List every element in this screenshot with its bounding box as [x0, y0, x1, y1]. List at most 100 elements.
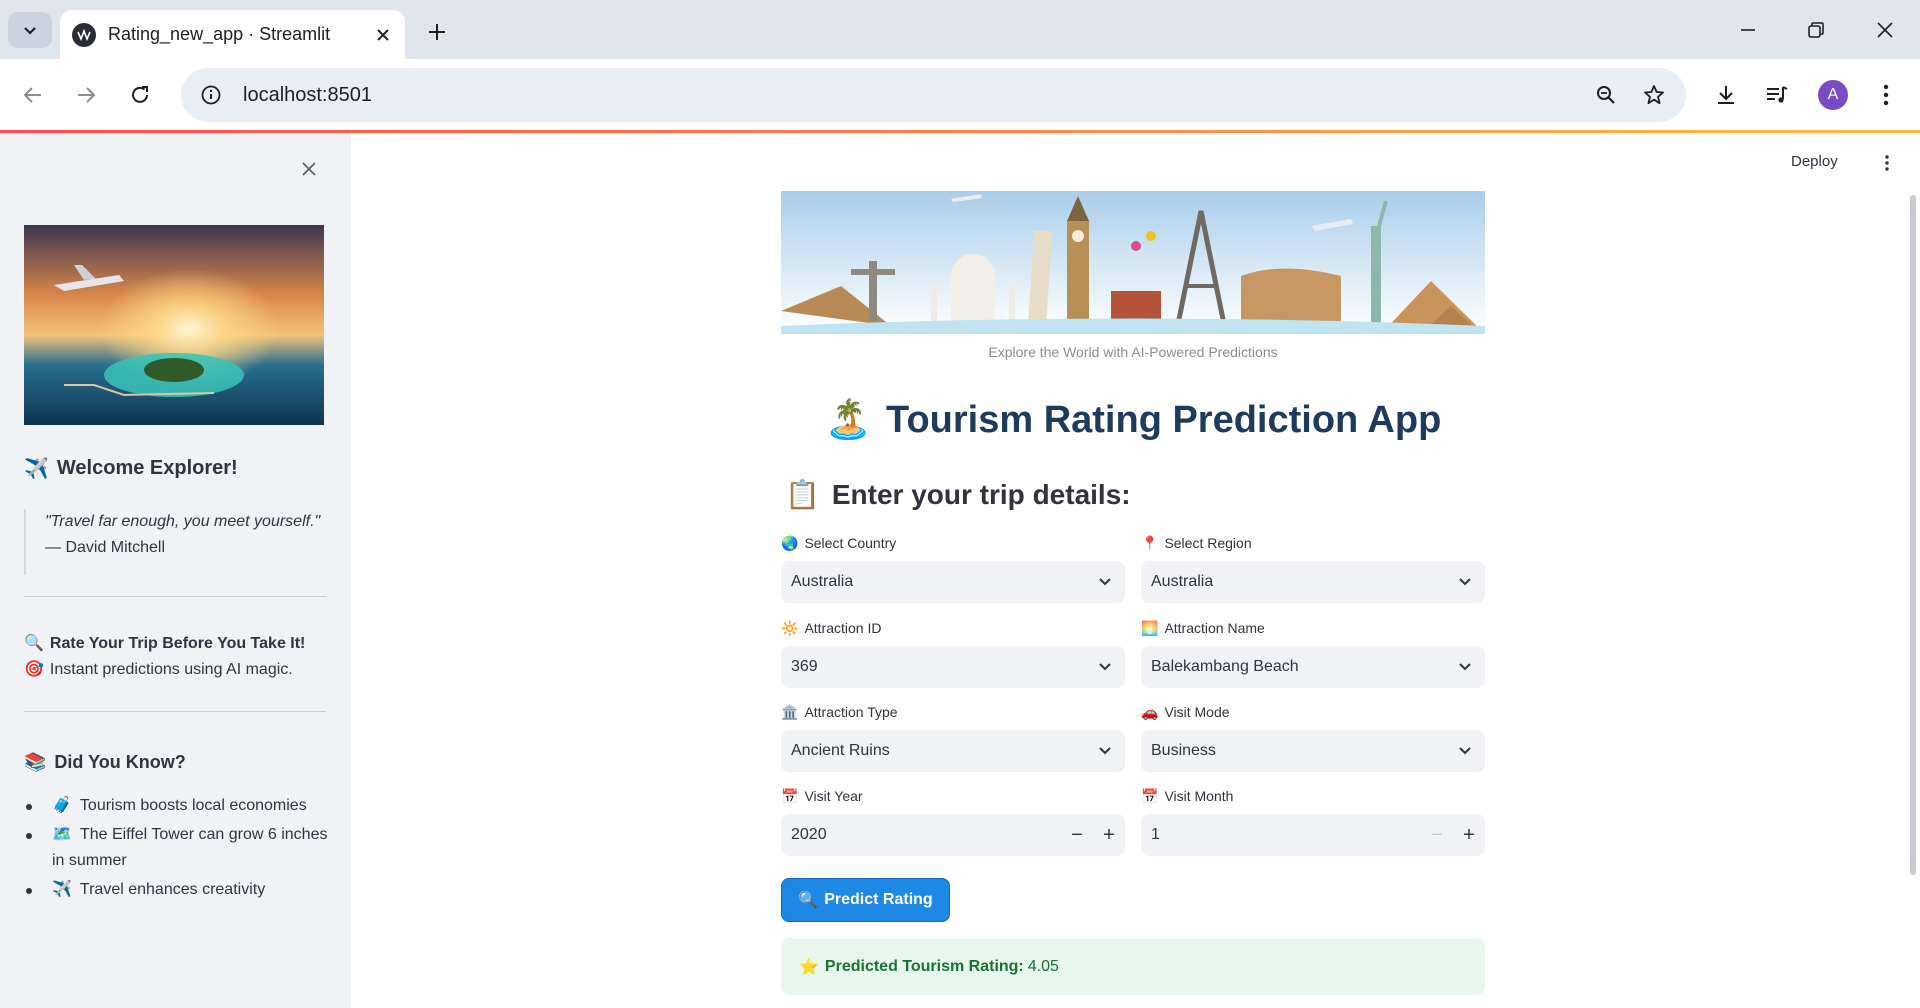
prediction-result: ⭐ Predicted Tourism Rating: 4.05 — [781, 938, 1485, 995]
chevron-down-icon[interactable] — [1085, 577, 1125, 587]
attraction-id-label: 🔆 Attraction ID — [781, 618, 1125, 638]
scrollbar[interactable] — [1910, 195, 1916, 875]
visit-year-label-text: Visit Year — [804, 788, 863, 804]
browser-menu-icon[interactable] — [1864, 73, 1908, 117]
page-title-text: Tourism Rating Prediction App — [886, 399, 1442, 441]
back-icon[interactable] — [13, 75, 53, 115]
landmarks-banner-image — [781, 191, 1485, 334]
museum-icon: 🏛️ — [781, 703, 799, 720]
visit-year-field[interactable]: 2020 − + — [781, 814, 1125, 856]
close-tab-icon[interactable] — [369, 21, 397, 49]
chevron-down-icon[interactable] — [1445, 577, 1485, 587]
chevron-down-icon[interactable] — [1085, 746, 1125, 756]
chevron-down-icon[interactable] — [1085, 662, 1125, 672]
url-text[interactable]: localhost:8501 — [243, 84, 1582, 107]
bullet-icon — [26, 804, 32, 810]
bookmark-star-icon[interactable] — [1630, 71, 1678, 119]
region-dropdown[interactable]: Australia — [1141, 561, 1485, 603]
country-value: Australia — [791, 573, 854, 590]
visit-year-value[interactable]: 2020 — [791, 826, 1061, 844]
bullet-icon — [26, 833, 32, 839]
download-icon[interactable] — [1704, 73, 1748, 117]
main-menu-icon[interactable] — [1875, 151, 1899, 175]
country-label-text: Select Country — [804, 535, 897, 551]
predict-rating-button[interactable]: 🔍 Predict Rating — [781, 878, 950, 922]
decrement-button[interactable]: − — [1061, 814, 1093, 856]
visit-year-input: 📅 Visit Year 2020 − + — [781, 786, 1125, 856]
visit-month-value[interactable]: 1 — [1151, 826, 1421, 844]
quote-text: "Travel far enough, you meet yourself." — [45, 513, 321, 530]
deploy-button[interactable]: Deploy — [1791, 153, 1838, 170]
region-label: 📍 Select Region — [1141, 533, 1485, 553]
restore-icon[interactable] — [1792, 8, 1840, 52]
decrement-button[interactable]: − — [1421, 814, 1453, 856]
zoom-icon[interactable] — [1582, 71, 1630, 119]
attraction-name-select: 🌅 Attraction Name Balekambang Beach — [1141, 618, 1485, 688]
media-control-icon[interactable] — [1755, 73, 1799, 117]
airplane-icon: ✈️ — [24, 458, 49, 480]
reload-icon[interactable] — [120, 75, 160, 115]
browser-toolbar: localhost:8501 A — [0, 59, 1920, 131]
globe-icon: 🌏 — [781, 534, 799, 551]
predict-rating-label: Predict Rating — [824, 891, 933, 908]
visit-year-label: 📅 Visit Year — [781, 786, 1125, 806]
close-sidebar-icon[interactable] — [295, 155, 323, 183]
increment-button[interactable]: + — [1093, 814, 1125, 856]
quote-author: — David Mitchell — [45, 539, 166, 556]
luggage-icon: 🧳 — [52, 797, 72, 814]
site-info-icon[interactable] — [187, 71, 235, 119]
profile-initial: A — [1818, 80, 1848, 110]
tab-search-button[interactable] — [8, 12, 52, 48]
attraction-name-label-text: Attraction Name — [1164, 620, 1265, 636]
attraction-id-dropdown[interactable]: 369 — [781, 646, 1125, 688]
rate-trip-text: Rate Your Trip Before You Take It! — [49, 635, 306, 652]
result-value: 4.05 — [1027, 957, 1059, 975]
banner-caption: Explore the World with AI-Powered Predic… — [988, 344, 1278, 360]
attraction-name-value: Balekambang Beach — [1151, 658, 1299, 675]
list-item: 🗺️ The Eiffel Tower can grow 6 inches in … — [24, 822, 334, 874]
country-dropdown[interactable]: Australia — [781, 561, 1125, 603]
result-label: Predicted Tourism Rating: — [824, 957, 1024, 975]
attraction-type-dropdown[interactable]: Ancient Ruins — [781, 730, 1125, 772]
country-label: 🌏 Select Country — [781, 533, 1125, 553]
fact-text: Tourism boosts local economies — [79, 797, 307, 814]
address-bar[interactable]: localhost:8501 — [181, 68, 1686, 122]
increment-button[interactable]: + — [1453, 814, 1485, 856]
facts-list: 🧳 Tourism boosts local economies 🗺️ The Ei… — [24, 793, 334, 906]
minimize-icon[interactable] — [1724, 8, 1772, 52]
forward-icon[interactable] — [66, 75, 106, 115]
visit-mode-label: 🚗 Visit Mode — [1141, 702, 1485, 722]
profile-avatar[interactable]: A — [1811, 73, 1855, 117]
close-window-icon[interactable] — [1861, 8, 1909, 52]
sidebar-travel-image — [24, 225, 324, 425]
visit-month-field[interactable]: 1 − + — [1141, 814, 1485, 856]
attraction-name-dropdown[interactable]: Balekambang Beach — [1141, 646, 1485, 688]
star-icon: ⭐ — [799, 958, 819, 976]
section-heading-text: Enter your trip details: — [831, 478, 1131, 510]
attraction-type-select: 🏛️ Attraction Type Ancient Ruins — [781, 702, 1125, 772]
chevron-down-icon[interactable] — [1445, 746, 1485, 756]
sunrise-icon: 🌅 — [1141, 619, 1159, 636]
attraction-id-value: 369 — [791, 658, 818, 675]
fact-text: Travel enhances creativity — [79, 881, 266, 898]
visit-mode-value: Business — [1151, 742, 1216, 759]
region-value: Australia — [1151, 573, 1214, 590]
visit-mode-label-text: Visit Mode — [1164, 704, 1230, 720]
page-title: 🏝️ Tourism Rating Prediction App — [781, 398, 1485, 442]
island-icon: 🏝️ — [824, 399, 873, 441]
quote-block: "Travel far enough, you meet yourself." … — [24, 509, 324, 575]
new-tab-icon[interactable] — [421, 16, 453, 48]
chevron-down-icon[interactable] — [1445, 662, 1485, 672]
calendar-icon: 📅 — [1141, 787, 1159, 804]
magnifier-icon: 🔍 — [798, 892, 819, 909]
airplane-icon: ✈️ — [52, 881, 72, 898]
divider — [24, 711, 326, 712]
browser-tab-active[interactable]: Rating_new_app · Streamlit — [60, 10, 405, 59]
did-you-know-text: Did You Know? — [54, 752, 186, 772]
instant-predictions-line: 🎯 Instant predictions using AI magic. — [24, 657, 293, 683]
tab-title: Rating_new_app · Streamlit — [108, 24, 331, 44]
attraction-id-select: 🔆 Attraction ID 369 — [781, 618, 1125, 688]
visit-mode-dropdown[interactable]: Business — [1141, 730, 1485, 772]
books-icon: 📚 — [24, 752, 47, 772]
divider — [24, 596, 326, 597]
